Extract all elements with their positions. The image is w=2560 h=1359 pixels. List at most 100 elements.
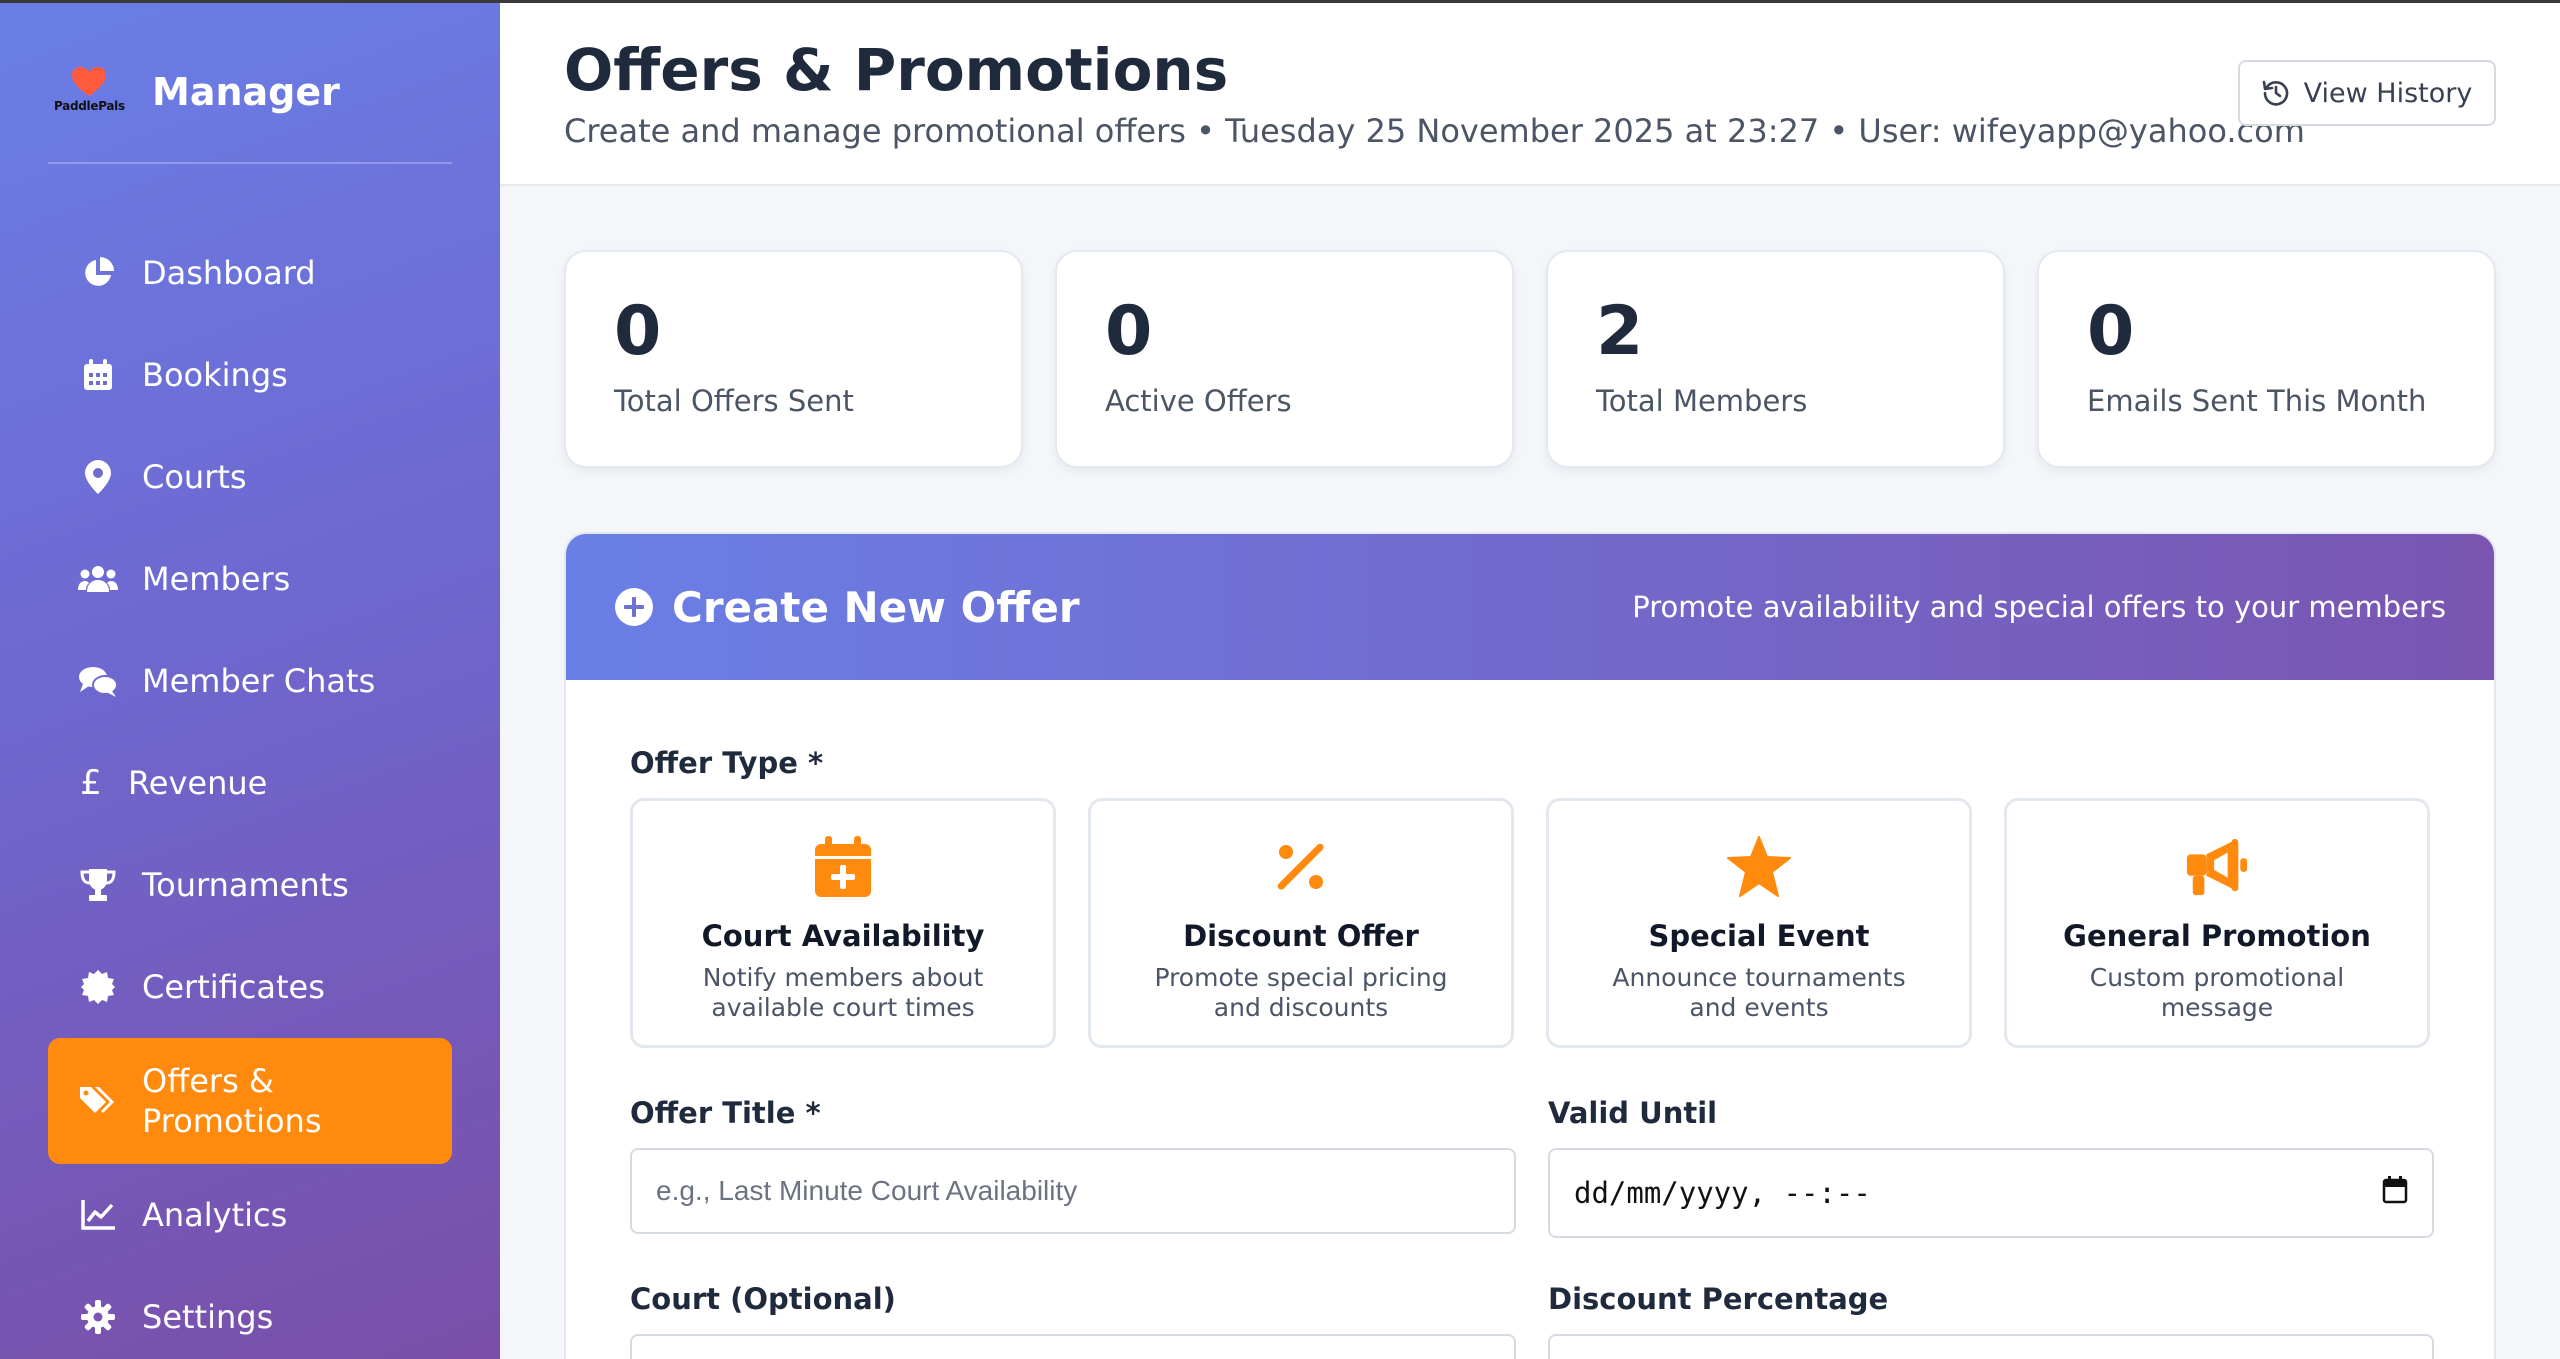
line-chart-icon bbox=[78, 1195, 118, 1235]
offer-type-court-availability[interactable]: Court Availability Notify members about … bbox=[630, 798, 1056, 1048]
sidebar-item-bookings[interactable]: Bookings bbox=[48, 324, 452, 426]
discount-label: Discount Percentage bbox=[1548, 1282, 1889, 1316]
stat-card-total-members: 2 Total Members bbox=[1546, 250, 2005, 468]
page-title: Offers & Promotions bbox=[564, 36, 1229, 104]
sidebar-item-label: Certificates bbox=[142, 968, 325, 1006]
stat-label: Total Offers Sent bbox=[614, 384, 854, 418]
offer-type-desc: Announce tournaments and events bbox=[1612, 963, 1906, 1022]
offer-type-title: Court Availability bbox=[701, 919, 985, 953]
sidebar-item-label: Revenue bbox=[128, 764, 268, 802]
stat-label: Emails Sent This Month bbox=[2087, 384, 2427, 418]
logo-text: PaddlePals bbox=[54, 99, 125, 113]
offer-type-discount-offer[interactable]: Discount Offer Promote special pricing a… bbox=[1088, 798, 1514, 1048]
sidebar-item-dashboard[interactable]: Dashboard bbox=[48, 222, 452, 324]
sidebar-item-analytics[interactable]: Analytics bbox=[48, 1164, 452, 1266]
offer-type-general-promotion[interactable]: General Promotion Custom promotional mes… bbox=[2004, 798, 2430, 1048]
view-history-button[interactable]: View History bbox=[2238, 60, 2496, 126]
offer-title-field: Offer Title * bbox=[630, 1096, 1516, 1238]
stat-label: Total Members bbox=[1596, 384, 1808, 418]
valid-until-field: Valid Until dd/mm/yyyy, --:-- bbox=[1548, 1096, 2434, 1238]
discount-field: Discount Percentage bbox=[1548, 1282, 2434, 1359]
offer-type-desc: Custom promotional message bbox=[2089, 963, 2345, 1022]
stat-card-total-offers-sent: 0 Total Offers Sent bbox=[564, 250, 1023, 468]
page-subtitle: Create and manage promotional offers • T… bbox=[564, 112, 2305, 150]
calendar-picker-icon[interactable] bbox=[2382, 1175, 2408, 1211]
sidebar-item-revenue[interactable]: £ Revenue bbox=[48, 732, 452, 834]
sidebar-item-label: Member Chats bbox=[142, 662, 376, 700]
sidebar-divider bbox=[48, 162, 452, 164]
offer-title-input[interactable] bbox=[630, 1148, 1516, 1234]
percent-icon bbox=[1269, 835, 1333, 899]
offer-type-desc: Notify members about available court tim… bbox=[702, 963, 984, 1022]
page-header: Offers & Promotions Create and manage pr… bbox=[500, 0, 2560, 186]
sidebar-item-label: Courts bbox=[142, 458, 247, 496]
history-icon bbox=[2262, 79, 2290, 107]
stats-row: 0 Total Offers Sent 0 Active Offers 2 To… bbox=[564, 250, 2496, 468]
sidebar-item-label: Bookings bbox=[142, 356, 288, 394]
court-field: Court (Optional) bbox=[630, 1282, 1516, 1359]
offer-title-label: Offer Title * bbox=[630, 1096, 821, 1130]
offer-type-label: Offer Type * bbox=[630, 746, 824, 780]
plus-circle-icon bbox=[614, 587, 654, 627]
create-offer-title-text: Create New Offer bbox=[672, 582, 1080, 632]
calendar-icon bbox=[78, 355, 118, 395]
users-icon bbox=[78, 559, 118, 599]
create-offer-title: Create New Offer bbox=[614, 583, 1080, 632]
valid-until-value: dd/mm/yyyy, --:-- bbox=[1574, 1176, 1871, 1210]
sidebar: PaddlePals Manager Dashboard Bookings Co… bbox=[0, 0, 500, 1359]
heart-logo-icon bbox=[72, 67, 106, 96]
stat-value: 2 bbox=[1596, 292, 1644, 371]
brand-title: Manager bbox=[152, 70, 340, 114]
gear-icon bbox=[78, 1297, 118, 1337]
valid-until-input[interactable]: dd/mm/yyyy, --:-- bbox=[1548, 1148, 2434, 1238]
sidebar-item-tournaments[interactable]: Tournaments bbox=[48, 834, 452, 936]
sidebar-item-member-chats[interactable]: Member Chats bbox=[48, 630, 452, 732]
view-history-label: View History bbox=[2303, 77, 2473, 109]
create-offer-header: Create New Offer Promote availability an… bbox=[566, 534, 2494, 680]
sidebar-item-label: Dashboard bbox=[142, 254, 316, 292]
megaphone-icon bbox=[2185, 835, 2249, 899]
sidebar-item-label: Offers & Promotions bbox=[142, 1062, 322, 1140]
offer-type-options: Court Availability Notify members about … bbox=[630, 798, 2434, 1048]
sidebar-nav: Dashboard Bookings Courts Members Member… bbox=[48, 222, 452, 1359]
offer-type-special-event[interactable]: Special Event Announce tournaments and e… bbox=[1546, 798, 1972, 1048]
valid-until-label: Valid Until bbox=[1548, 1096, 1718, 1130]
sidebar-item-members[interactable]: Members bbox=[48, 528, 452, 630]
create-offer-tagline: Promote availability and special offers … bbox=[1632, 590, 2446, 624]
offer-type-title: Discount Offer bbox=[1183, 919, 1419, 953]
discount-percentage-input[interactable] bbox=[1548, 1334, 2434, 1359]
tags-icon bbox=[78, 1081, 118, 1121]
offer-type-title: General Promotion bbox=[2063, 919, 2371, 953]
sidebar-item-label: Tournaments bbox=[142, 866, 349, 904]
stat-label: Active Offers bbox=[1105, 384, 1292, 418]
pound-sign-icon: £ bbox=[80, 763, 102, 803]
create-offer-form: Offer Type * Court Availability Notify m… bbox=[630, 746, 2434, 1359]
court-label: Court (Optional) bbox=[630, 1282, 896, 1316]
chat-bubbles-icon bbox=[78, 661, 118, 701]
form-row-court-discount: Court (Optional) Discount Percentage bbox=[630, 1282, 2434, 1359]
stat-card-active-offers: 0 Active Offers bbox=[1055, 250, 1514, 468]
calendar-plus-icon bbox=[811, 835, 875, 899]
court-select[interactable] bbox=[630, 1334, 1516, 1359]
sidebar-item-settings[interactable]: Settings bbox=[48, 1266, 452, 1359]
stat-card-emails-sent: 0 Emails Sent This Month bbox=[2037, 250, 2496, 468]
sidebar-item-courts[interactable]: Courts bbox=[48, 426, 452, 528]
offer-type-desc: Promote special pricing and discounts bbox=[1154, 963, 1448, 1022]
form-row-title-valid: Offer Title * Valid Until dd/mm/yyyy, --… bbox=[630, 1096, 2434, 1238]
sidebar-item-label: Analytics bbox=[142, 1196, 288, 1234]
offer-type-title: Special Event bbox=[1648, 919, 1870, 953]
certificate-icon bbox=[78, 967, 118, 1007]
sidebar-item-offers-promotions[interactable]: Offers & Promotions bbox=[48, 1038, 452, 1164]
stat-value: 0 bbox=[614, 292, 662, 371]
paddlepals-logo: PaddlePals bbox=[50, 65, 128, 119]
create-offer-card: Create New Offer Promote availability an… bbox=[564, 532, 2496, 1359]
sidebar-item-certificates[interactable]: Certificates bbox=[48, 936, 452, 1038]
chart-pie-icon bbox=[78, 253, 118, 293]
window-top-border bbox=[0, 0, 2560, 3]
stat-value: 0 bbox=[1105, 292, 1153, 371]
brand[interactable]: PaddlePals Manager bbox=[50, 60, 450, 124]
stat-value: 0 bbox=[2087, 292, 2135, 371]
star-icon bbox=[1727, 835, 1791, 899]
sidebar-item-label: Members bbox=[142, 560, 291, 598]
map-pin-icon bbox=[78, 457, 118, 497]
